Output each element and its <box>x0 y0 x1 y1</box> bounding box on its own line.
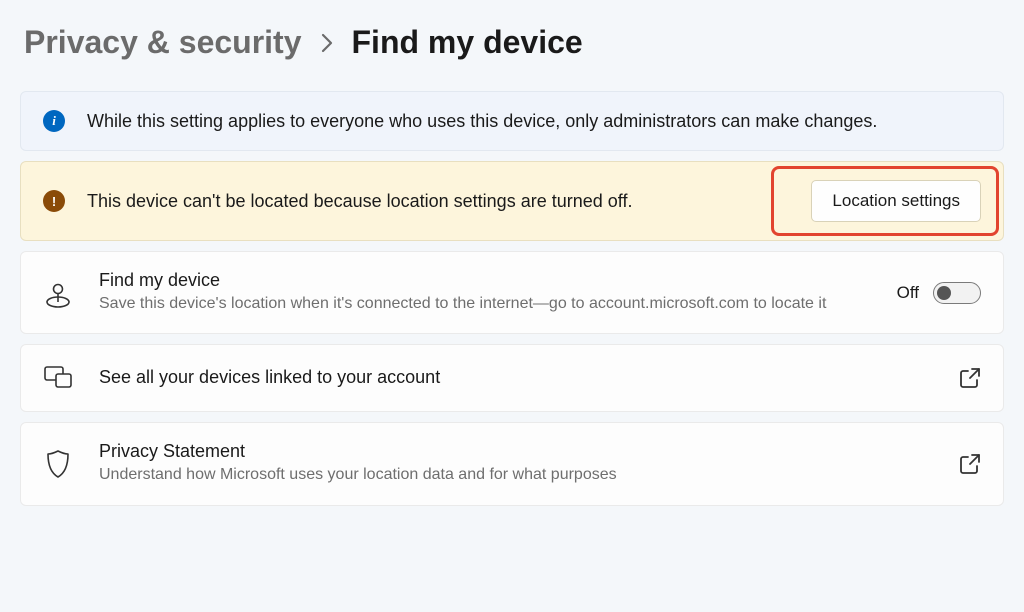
toggle-wrap: Off <box>897 282 981 304</box>
chevron-right-icon <box>320 33 334 53</box>
location-settings-button[interactable]: Location settings <box>811 180 981 222</box>
card-subtitle: Understand how Microsoft uses your locat… <box>99 464 959 486</box>
location-pin-icon <box>43 278 73 308</box>
toggle-state-label: Off <box>897 283 919 303</box>
privacy-statement-card[interactable]: Privacy Statement Understand how Microso… <box>20 422 1004 505</box>
linked-devices-card[interactable]: See all your devices linked to your acco… <box>20 344 1004 412</box>
card-body: Find my device Save this device's locati… <box>99 270 897 315</box>
card-title: Privacy Statement <box>99 441 959 462</box>
card-subtitle: Save this device's location when it's co… <box>99 293 897 315</box>
card-body: See all your devices linked to your acco… <box>99 367 959 390</box>
breadcrumb-parent[interactable]: Privacy & security <box>24 24 302 61</box>
card-body: Privacy Statement Understand how Microso… <box>99 441 959 486</box>
card-title: Find my device <box>99 270 897 291</box>
toggle-knob <box>937 286 951 300</box>
find-my-device-card: Find my device Save this device's locati… <box>20 251 1004 334</box>
external-link-icon <box>959 367 981 389</box>
info-banner: i While this setting applies to everyone… <box>20 91 1004 151</box>
card-title: See all your devices linked to your acco… <box>99 367 959 388</box>
shield-icon <box>43 449 73 479</box>
warning-banner: ! This device can't be located because l… <box>20 161 1004 241</box>
devices-icon <box>43 363 73 393</box>
find-my-device-toggle[interactable] <box>933 282 981 304</box>
external-link-icon <box>959 453 981 475</box>
breadcrumb: Privacy & security Find my device <box>20 24 1004 61</box>
info-icon: i <box>43 110 65 132</box>
info-banner-text: While this setting applies to everyone w… <box>87 111 981 132</box>
warning-icon: ! <box>43 190 65 212</box>
warning-banner-text: This device can't be located because loc… <box>87 191 811 212</box>
breadcrumb-current: Find my device <box>352 24 583 61</box>
